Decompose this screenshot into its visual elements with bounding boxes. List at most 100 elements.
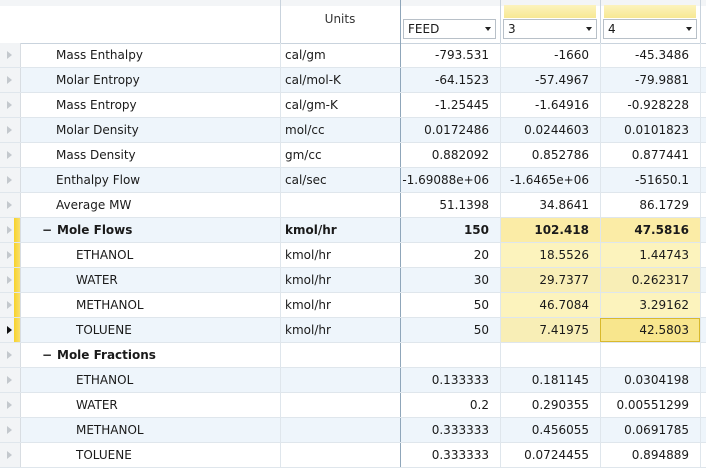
unit-cell[interactable]: kmol/hr <box>280 268 400 292</box>
stream-4-value-cell[interactable]: 0.0691785 <box>600 418 700 442</box>
feed-value-cell[interactable]: 20 <box>400 243 500 267</box>
stream-3-value-cell[interactable]: 34.8641 <box>500 193 600 217</box>
row-header[interactable] <box>0 143 21 167</box>
table-row[interactable]: ETHANOL 0.133333 0.181145 0.0304198 <box>0 368 706 393</box>
feed-value-cell[interactable]: 50 <box>400 293 500 317</box>
row-header[interactable] <box>0 218 21 242</box>
stream-4-value-cell[interactable]: 0.262317 <box>600 268 700 292</box>
collapse-icon[interactable]: − <box>42 218 52 242</box>
stream-4-value-cell[interactable]: 0.0101823 <box>600 118 700 142</box>
row-header[interactable] <box>0 393 21 417</box>
table-row[interactable]: − Mole Flows kmol/hr 150 102.418 47.5816 <box>0 218 706 243</box>
stream-4-value-cell[interactable]: 1.44743 <box>600 243 700 267</box>
unit-cell[interactable] <box>280 418 400 442</box>
feed-value-cell[interactable]: -64.1523 <box>400 68 500 92</box>
table-row[interactable]: Mass Entropy cal/gm-K -1.25445 -1.64916 … <box>0 93 706 118</box>
stream-3-value-cell[interactable] <box>500 343 600 367</box>
stream-3-value-cell[interactable]: 0.852786 <box>500 143 600 167</box>
unit-cell[interactable]: cal/gm-K <box>280 93 400 117</box>
unit-cell[interactable]: cal/mol-K <box>280 68 400 92</box>
unit-cell[interactable]: kmol/hr <box>280 218 400 242</box>
table-row[interactable]: WATER 0.2 0.290355 0.00551299 <box>0 393 706 418</box>
group-header[interactable]: − Mole Flows <box>22 218 280 242</box>
row-header[interactable] <box>0 193 21 217</box>
unit-cell[interactable] <box>280 368 400 392</box>
stream-4-value-cell[interactable]: -45.3486 <box>600 43 700 67</box>
stream-3-value-cell[interactable]: 0.456055 <box>500 418 600 442</box>
group-header[interactable]: − Mole Fractions <box>22 343 280 367</box>
row-header[interactable] <box>0 293 21 317</box>
stream-4-value-cell[interactable]: 0.00551299 <box>600 393 700 417</box>
collapse-icon[interactable]: − <box>42 343 52 367</box>
stream-3-value-cell[interactable]: -1.6465e+06 <box>500 168 600 192</box>
table-row[interactable]: − Mole Fractions <box>0 343 706 368</box>
stream-3-value-cell[interactable]: 0.0724455 <box>500 443 600 467</box>
stream-3-value-cell[interactable]: -57.4967 <box>500 68 600 92</box>
feed-value-cell[interactable]: -1.69088e+06 <box>400 168 500 192</box>
unit-cell[interactable]: cal/gm <box>280 43 400 67</box>
feed-value-cell[interactable]: -1.25445 <box>400 93 500 117</box>
unit-cell[interactable]: gm/cc <box>280 143 400 167</box>
table-row[interactable]: TOLUENE kmol/hr 50 7.41975 42.5803 <box>0 318 706 343</box>
row-header[interactable] <box>0 418 21 442</box>
row-header[interactable] <box>0 268 21 292</box>
row-header[interactable] <box>0 68 21 92</box>
feed-value-cell[interactable]: 30 <box>400 268 500 292</box>
stream-3-value-cell[interactable]: 0.290355 <box>500 393 600 417</box>
stream-3-value-cell[interactable]: -1660 <box>500 43 600 67</box>
row-header[interactable] <box>0 343 21 367</box>
stream-4-value-cell[interactable]: 0.0304198 <box>600 368 700 392</box>
stream-4-value-cell[interactable]: 0.877441 <box>600 143 700 167</box>
stream-select-4[interactable]: 4 <box>603 19 697 39</box>
row-header[interactable] <box>0 243 21 267</box>
table-row[interactable]: METHANOL 0.333333 0.456055 0.0691785 <box>0 418 706 443</box>
table-row[interactable]: Average MW 51.1398 34.8641 86.1729 <box>0 193 706 218</box>
unit-cell[interactable]: kmol/hr <box>280 243 400 267</box>
table-row[interactable]: METHANOL kmol/hr 50 46.7084 3.29162 <box>0 293 706 318</box>
feed-value-cell[interactable]: 0.333333 <box>400 443 500 467</box>
row-header[interactable] <box>0 443 21 467</box>
stream-select-3[interactable]: 3 <box>503 19 597 39</box>
stream-4-value-cell[interactable] <box>600 343 700 367</box>
table-row[interactable]: Molar Density mol/cc 0.0172486 0.0244603… <box>0 118 706 143</box>
feed-value-cell[interactable] <box>400 343 500 367</box>
row-header[interactable] <box>0 318 21 342</box>
row-header[interactable] <box>0 168 21 192</box>
unit-cell[interactable]: cal/sec <box>280 168 400 192</box>
stream-3-value-cell[interactable]: 0.0244603 <box>500 118 600 142</box>
stream-4-value-cell[interactable]: 0.894889 <box>600 443 700 467</box>
table-row[interactable]: TOLUENE 0.333333 0.0724455 0.894889 <box>0 443 706 468</box>
stream-4-value-cell[interactable]: -51650.1 <box>600 168 700 192</box>
table-row[interactable]: Mass Enthalpy cal/gm -793.531 -1660 -45.… <box>0 43 706 68</box>
feed-value-cell[interactable]: 0.0172486 <box>400 118 500 142</box>
stream-4-value-cell[interactable]: -0.928228 <box>600 93 700 117</box>
stream-3-value-cell[interactable]: 0.181145 <box>500 368 600 392</box>
feed-value-cell[interactable]: 50 <box>400 318 500 342</box>
stream-4-value-cell[interactable]: 47.5816 <box>600 218 700 242</box>
feed-value-cell[interactable]: -793.531 <box>400 43 500 67</box>
row-header[interactable] <box>0 368 21 392</box>
feed-value-cell[interactable]: 0.333333 <box>400 418 500 442</box>
unit-cell[interactable]: kmol/hr <box>280 293 400 317</box>
stream-4-value-cell[interactable]: -79.9881 <box>600 68 700 92</box>
unit-cell[interactable] <box>280 443 400 467</box>
feed-value-cell[interactable]: 0.2 <box>400 393 500 417</box>
feed-value-cell[interactable]: 0.133333 <box>400 368 500 392</box>
table-row[interactable]: Mass Density gm/cc 0.882092 0.852786 0.8… <box>0 143 706 168</box>
row-header[interactable] <box>0 43 21 67</box>
unit-cell[interactable] <box>280 393 400 417</box>
unit-cell[interactable] <box>280 343 400 367</box>
unit-cell[interactable]: mol/cc <box>280 118 400 142</box>
stream-3-value-cell[interactable]: 29.7377 <box>500 268 600 292</box>
stream-3-value-cell[interactable]: -1.64916 <box>500 93 600 117</box>
row-header[interactable] <box>0 93 21 117</box>
stream-3-value-cell[interactable]: 46.7084 <box>500 293 600 317</box>
table-row[interactable]: Molar Entropy cal/mol-K -64.1523 -57.496… <box>0 68 706 93</box>
stream-3-value-cell[interactable]: 18.5526 <box>500 243 600 267</box>
stream-select-feed[interactable]: FEED <box>403 19 496 39</box>
feed-value-cell[interactable]: 51.1398 <box>400 193 500 217</box>
unit-cell[interactable]: kmol/hr <box>280 318 400 342</box>
stream-3-value-cell[interactable]: 102.418 <box>500 218 600 242</box>
feed-value-cell[interactable]: 150 <box>400 218 500 242</box>
stream-3-value-cell[interactable]: 7.41975 <box>500 318 600 342</box>
